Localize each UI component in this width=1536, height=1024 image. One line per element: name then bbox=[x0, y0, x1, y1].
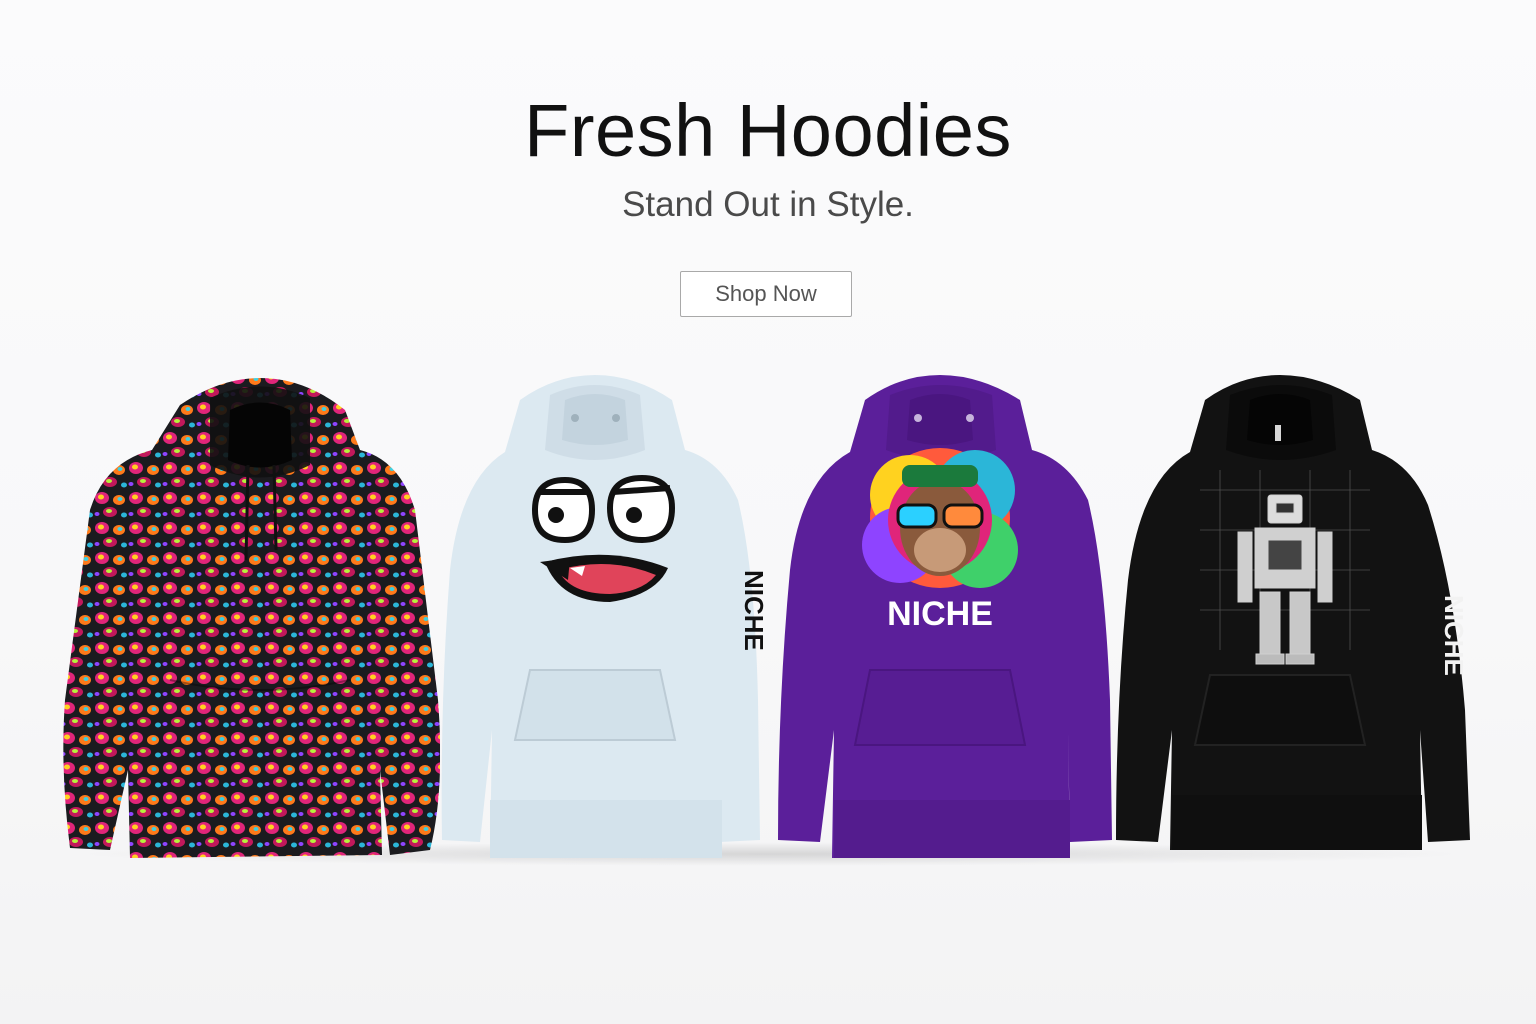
product-card-pattern-hoodie[interactable] bbox=[60, 370, 440, 860]
product-row: NICHE NICHE NICHE bbox=[50, 370, 1490, 870]
robot-hoodie-image: NICHE bbox=[1116, 375, 1470, 850]
hero-title: Fresh Hoodies bbox=[524, 89, 1012, 172]
product-card-robot-hoodie[interactable]: NICHE bbox=[1110, 370, 1490, 850]
hero-subtitle: Stand Out in Style. bbox=[622, 185, 914, 224]
pattern-hoodie-image bbox=[63, 378, 440, 858]
svg-text:NICHE: NICHE bbox=[887, 595, 993, 633]
face-hoodie-image: NICHE bbox=[441, 375, 769, 858]
svg-text:NICHE: NICHE bbox=[1439, 595, 1469, 676]
monkey-hoodie-image: NICHE bbox=[778, 375, 1112, 858]
landing-page: Fresh Hoodies Stand Out in Style. Shop N… bbox=[0, 0, 1536, 1024]
product-card-monkey-hoodie[interactable]: NICHE bbox=[770, 370, 1120, 865]
svg-text:NICHE: NICHE bbox=[739, 570, 769, 651]
product-card-face-hoodie[interactable]: NICHE bbox=[420, 370, 770, 865]
shop-now-button[interactable]: Shop Now bbox=[680, 271, 852, 317]
